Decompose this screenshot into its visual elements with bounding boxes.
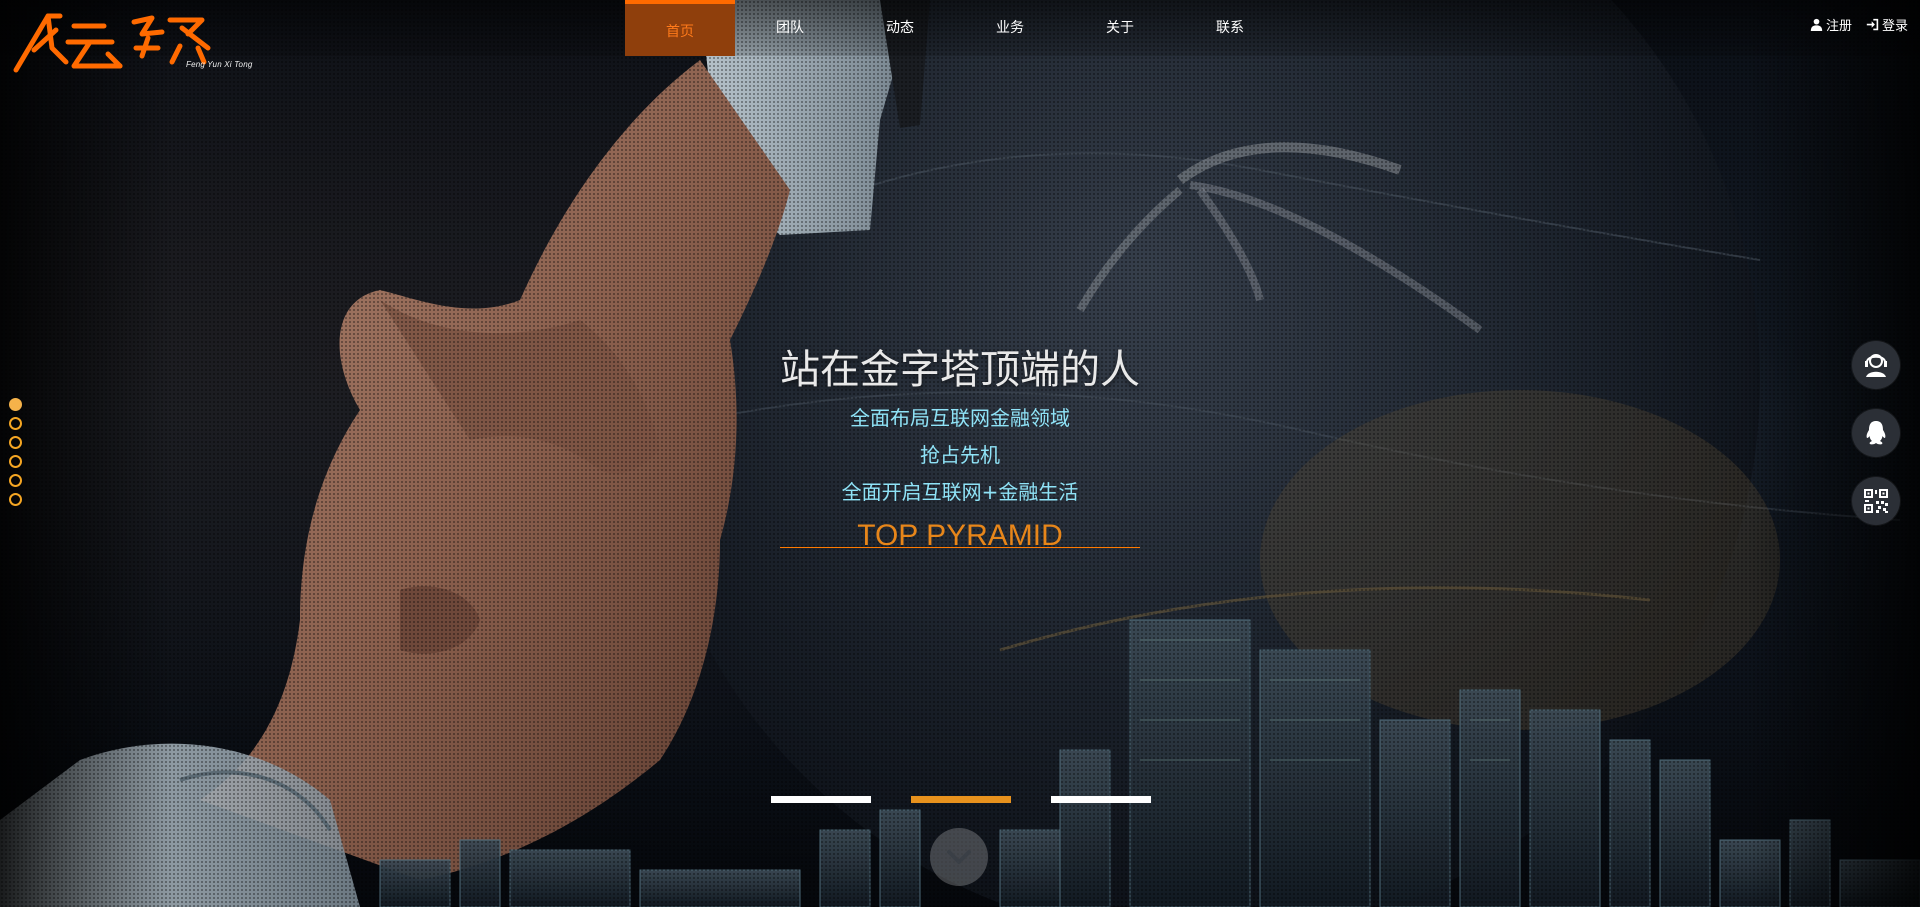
brand-subtitle: Feng Yun Xi Tong: [186, 60, 253, 69]
hero-section: Feng Yun Xi Tong 首页 团队 动态 业务 关于 联系 注册 登录: [0, 0, 1920, 907]
chevron-down-icon: [947, 850, 971, 864]
login-link[interactable]: 登录: [1866, 15, 1908, 34]
sign-in-icon: [1866, 18, 1879, 31]
hero-headline: 站在金字塔顶端的人: [780, 347, 1140, 393]
nav-item-label: 业务: [996, 20, 1024, 36]
nav-item-label: 关于: [1106, 20, 1134, 36]
login-label: 登录: [1881, 19, 1908, 34]
slide-indicator[interactable]: [1051, 796, 1151, 803]
slide-indicator[interactable]: [771, 796, 871, 803]
nav-item-home[interactable]: 首页: [625, 0, 735, 56]
nav-item-contact[interactable]: 联系: [1175, 0, 1285, 56]
hero-copy: 站在金字塔顶端的人 全面布局互联网金融领域 抢占先机 全面开启互联网+金融生活 …: [0, 340, 1920, 557]
register-link[interactable]: 注册: [1810, 15, 1852, 34]
nav-item-label: 团队: [776, 20, 804, 36]
nav-item-label: 动态: [886, 20, 914, 36]
hero-tagline-block: TOP PYRAMID: [780, 517, 1140, 557]
hero-subline: 全面布局互联网金融领域: [850, 406, 1070, 430]
nav-item-team[interactable]: 团队: [735, 0, 845, 56]
top-navigation-bar: Feng Yun Xi Tong 首页 团队 动态 业务 关于 联系 注册 登录: [0, 0, 1920, 73]
slide-indicators: [771, 796, 1151, 803]
brand-logo[interactable]: Feng Yun Xi Tong: [12, 8, 262, 74]
nav-item-news[interactable]: 动态: [845, 0, 955, 56]
register-label: 注册: [1825, 19, 1852, 34]
nav-item-business[interactable]: 业务: [955, 0, 1065, 56]
hero-subline: 全面开启互联网+金融生活: [841, 480, 1079, 504]
nav-item-about[interactable]: 关于: [1065, 0, 1175, 56]
auth-links: 注册 登录: [1810, 15, 1908, 34]
nav-item-label: 首页: [666, 24, 694, 40]
main-nav: 首页 团队 动态 业务 关于 联系: [625, 0, 1285, 56]
hero-tagline: TOP PYRAMID: [857, 519, 1063, 552]
hero-subline: 抢占先机: [920, 443, 1000, 467]
scroll-down-button[interactable]: [930, 828, 988, 886]
user-icon: [1810, 18, 1823, 31]
nav-item-label: 联系: [1216, 20, 1244, 36]
slide-indicator[interactable]: [911, 796, 1011, 803]
